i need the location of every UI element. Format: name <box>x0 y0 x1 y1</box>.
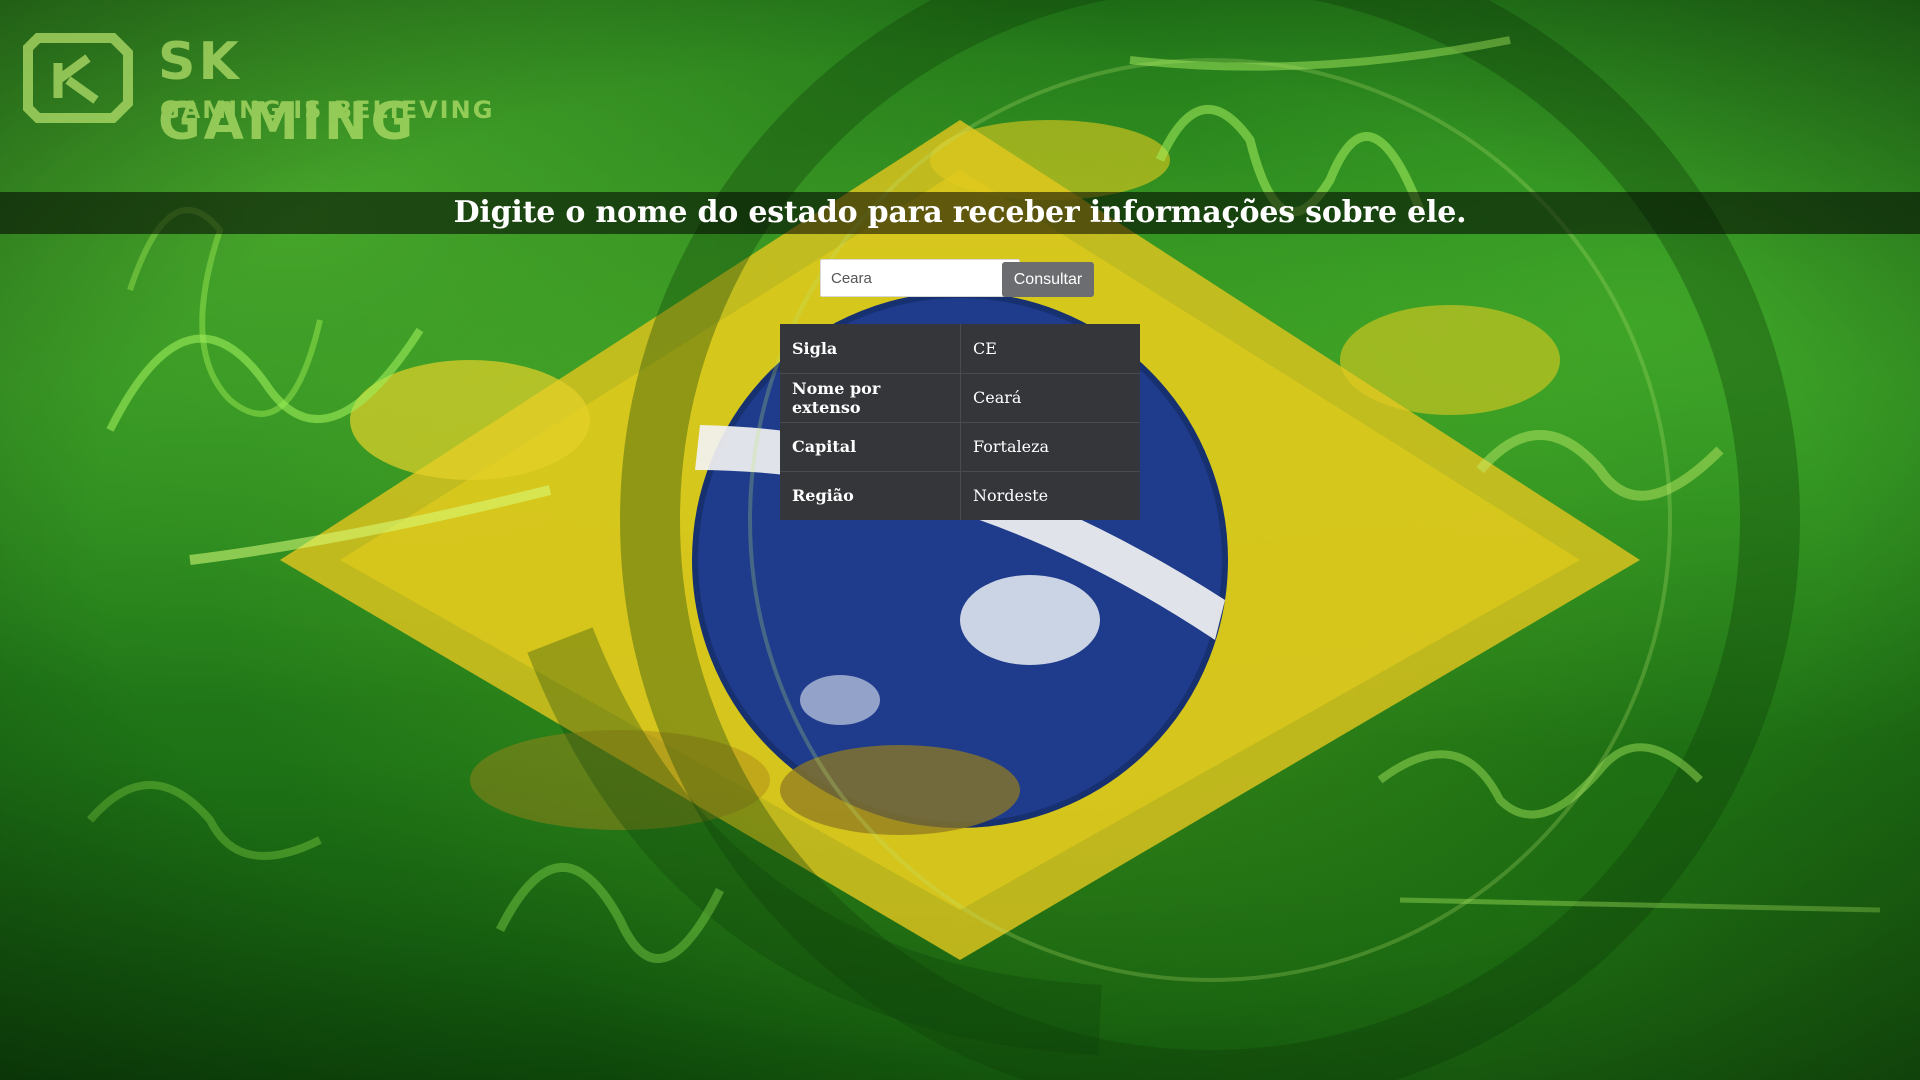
sk-gaming-logo: SK GAMING GAMING IS BELIEVING <box>18 18 518 152</box>
row-label: Nome por extenso <box>780 372 961 422</box>
row-value: Ceará <box>960 372 1140 422</box>
table-row: Nome por extenso Ceará <box>780 372 1140 422</box>
page-title: Digite o nome do estado para receber inf… <box>453 195 1467 230</box>
row-label: Capital <box>780 421 961 471</box>
state-info-table: Sigla CE Nome por extenso Ceará Capital … <box>780 324 1140 520</box>
background-artwork <box>0 0 1920 1080</box>
table-row: Região Nordeste <box>780 470 1140 520</box>
table-row: Capital Fortaleza <box>780 421 1140 471</box>
brazil-flag-artwork <box>0 0 1920 1080</box>
sk-emblem-icon <box>23 33 133 123</box>
row-value: Nordeste <box>960 470 1140 520</box>
consult-button[interactable]: Consultar <box>1002 262 1094 297</box>
row-value: Fortaleza <box>960 421 1140 471</box>
row-label: Sigla <box>780 324 961 373</box>
table-row: Sigla CE <box>780 324 1140 373</box>
row-value: CE <box>973 338 997 358</box>
logo-title: SK GAMING <box>158 32 417 152</box>
state-name-input[interactable] <box>820 259 1020 297</box>
row-label: Região <box>780 470 961 520</box>
logo-tagline: GAMING IS BELIEVING <box>160 96 495 124</box>
